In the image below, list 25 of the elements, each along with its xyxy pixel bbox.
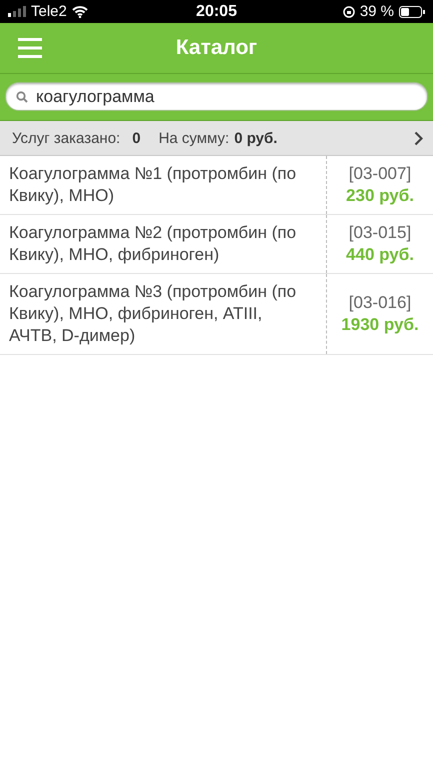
- chevron-right-icon[interactable]: [414, 130, 423, 146]
- battery-percent: 39 %: [360, 3, 394, 20]
- clock-time: 20:05: [196, 2, 237, 20]
- search-icon: [16, 91, 28, 103]
- service-code: [03-007]: [348, 163, 412, 185]
- battery-icon: [399, 6, 426, 18]
- sum-value: 0 руб.: [234, 130, 278, 146]
- ordered-label: Услуг заказано:: [12, 130, 120, 146]
- menu-icon: [18, 38, 42, 58]
- search-field[interactable]: коагулограмма: [5, 82, 428, 111]
- service-code: [03-016]: [348, 292, 412, 314]
- service-name[interactable]: Коагулограмма №1 (протромбин (по Квику), МНО): [0, 156, 326, 214]
- service-name[interactable]: Коагулограмма №2 (протромбин (по Квику), МНО, фибриноген): [0, 215, 326, 273]
- sum-label: На сумму:: [158, 130, 230, 146]
- service-code: [03-015]: [348, 222, 412, 244]
- service-price: 1930 руб.: [341, 314, 419, 336]
- signal-icon: [8, 6, 26, 17]
- service-price: 230 руб.: [346, 185, 414, 207]
- ordered-count: 0: [132, 130, 141, 146]
- service-price: 440 руб.: [346, 244, 414, 266]
- service-name[interactable]: Коагулограмма №3 (протромбин (по Квику), МНО, фибриноген, ATIII, АЧТВ, D-димер): [0, 274, 326, 354]
- wifi-icon: [72, 6, 88, 18]
- screen-title: Каталог: [176, 36, 258, 59]
- rotation-lock-icon: [342, 6, 355, 18]
- carrier-name: Tele2: [31, 3, 67, 20]
